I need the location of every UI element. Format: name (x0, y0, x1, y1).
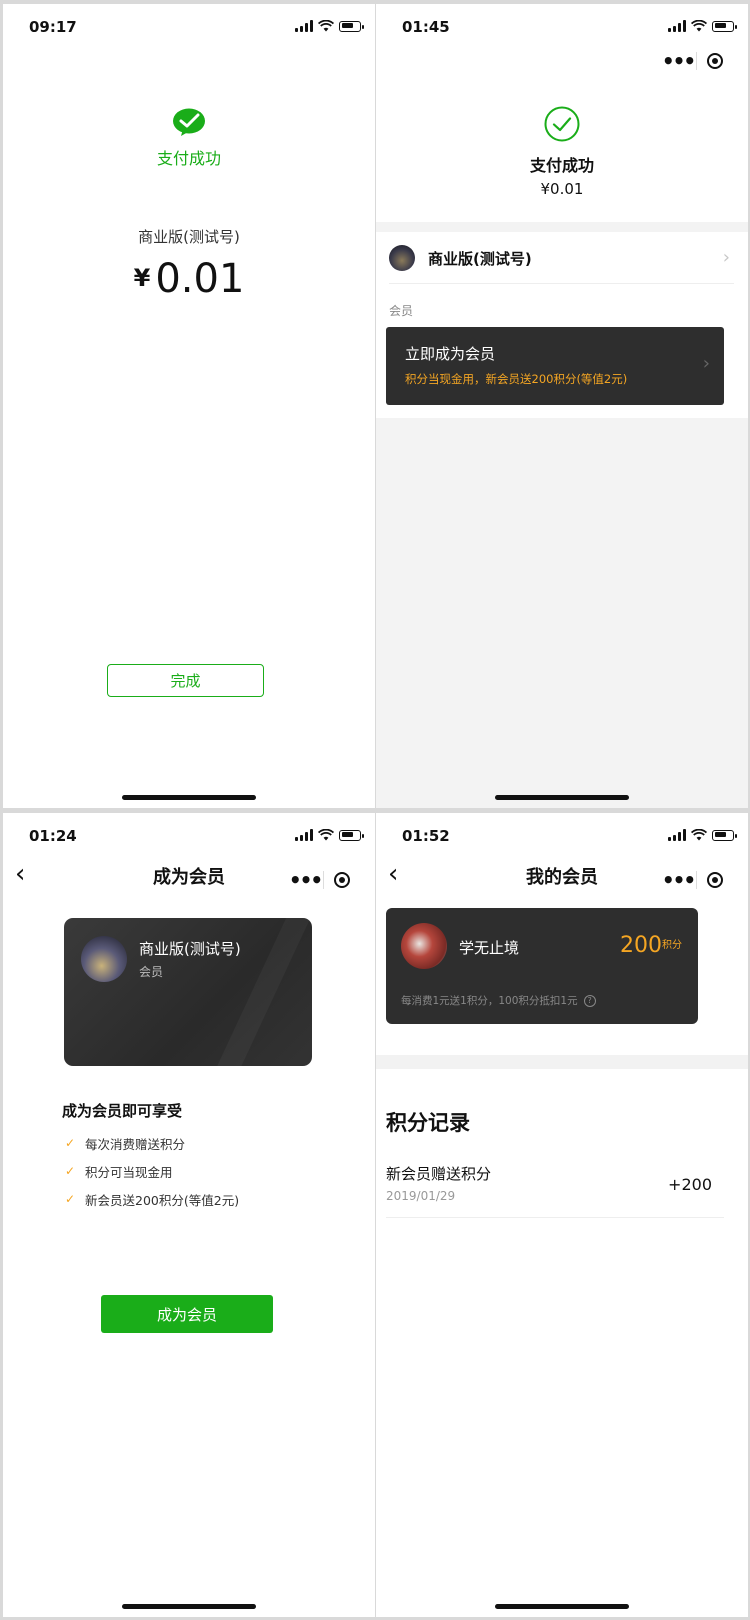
home-indicator (495, 795, 629, 800)
points-value: 200 (620, 933, 662, 958)
list-item: ✓ 积分可当现金用 (65, 1164, 173, 1180)
section-divider (376, 1055, 748, 1069)
become-member-screen: 01:24 ‹ 成为会员 ••• 商业版(测试号) 会员 成为会员即可享受 ✓ … (3, 813, 375, 1617)
signal-icon (295, 20, 313, 32)
payment-result-member-screen: 01:45 ••• 支付成功 ¥0.01 商业版(测试号) › 会员 立即成为会… (376, 4, 748, 808)
home-indicator (495, 1604, 629, 1609)
status-bar: 09:17 (3, 16, 375, 38)
become-member-card[interactable]: 立即成为会员 积分当现金用，新会员送200积分(等值2元) › (386, 327, 724, 405)
miniprogram-capsule: ••• (287, 865, 361, 895)
more-icon[interactable]: ••• (660, 46, 696, 76)
payment-status-text: 支付成功 (529, 156, 594, 175)
user-avatar (401, 923, 447, 969)
miniprogram-capsule: ••• (660, 865, 734, 895)
record-date: 2019/01/29 (386, 1189, 456, 1203)
status-bar: 01:45 (376, 16, 748, 38)
battery-icon (339, 829, 364, 841)
signal-icon (295, 829, 313, 841)
join-member-button[interactable]: 成为会员 (101, 1295, 273, 1333)
benefits-list: ✓ 每次消费赠送积分 ✓ 积分可当现金用 ✓ 新会员送200积分(等值2元) (65, 1129, 239, 1213)
points-balance: 200积分 (620, 933, 682, 958)
payment-amount: ¥0.01 (540, 180, 584, 198)
merchant-name: 商业版(测试号) (138, 228, 240, 246)
member-card-preview: 商业版(测试号) 会员 (64, 918, 312, 1066)
record-label: 新会员赠送积分 (386, 1165, 492, 1183)
merchant-row[interactable]: 商业版(测试号) › (389, 243, 734, 284)
merchant-avatar (389, 245, 415, 271)
status-time: 01:52 (402, 827, 450, 845)
check-icon: ✓ (65, 1136, 76, 1150)
merchant-panel: 商业版(测试号) › 会员 立即成为会员 积分当现金用，新会员送200积分(等值… (376, 232, 748, 418)
check-icon: ✓ (65, 1192, 76, 1206)
miniprogram-capsule: ••• (660, 46, 734, 76)
help-icon[interactable]: ? (583, 994, 596, 1007)
payment-success-screen: 09:17 支付成功 商业版(测试号) ¥ 0.01 完成 (3, 4, 375, 808)
merchant-name: 商业版(测试号) (428, 250, 532, 268)
member-card-subtitle: 积分当现金用，新会员送200积分(等值2元) (405, 372, 628, 386)
benefits-title: 成为会员即可享受 (62, 1102, 183, 1120)
battery-icon (712, 829, 737, 841)
table-row: 新会员赠送积分 2019/01/29 +200 (386, 1159, 724, 1218)
card-merchant-name: 商业版(测试号) (139, 940, 241, 958)
status-time: 09:17 (29, 18, 77, 36)
chevron-right-icon: › (722, 247, 730, 268)
list-item: ✓ 每次消费赠送积分 (65, 1136, 186, 1152)
battery-icon (712, 20, 737, 32)
more-icon[interactable]: ••• (287, 865, 323, 895)
section-label: 会员 (389, 304, 414, 318)
signal-icon (668, 829, 686, 841)
records-title: 积分记录 (386, 1111, 470, 1135)
check-icon: ✓ (65, 1164, 76, 1178)
wechat-pay-icon (173, 108, 205, 136)
points-unit: 积分 (662, 940, 682, 951)
status-time: 01:45 (402, 18, 450, 36)
wifi-icon (691, 20, 707, 32)
list-item: ✓ 新会员送200积分(等值2元) (65, 1192, 240, 1208)
wifi-icon (318, 20, 334, 32)
payment-status-text: 支付成功 (156, 149, 221, 168)
membership-card[interactable]: 学无止境 200积分 每消费1元送1积分，100积分抵扣1元 ? (386, 908, 698, 1024)
merchant-avatar (81, 936, 127, 982)
my-membership-screen: 01:52 ‹ 我的会员 ••• 学无止境 200积分 每消费1元送1积分，10… (376, 813, 748, 1617)
wifi-icon (691, 829, 707, 841)
user-name: 学无止境 (459, 939, 520, 957)
status-bar: 01:52 (376, 825, 748, 847)
home-indicator (122, 795, 256, 800)
home-indicator (122, 1604, 256, 1609)
currency-symbol: ¥ (133, 264, 151, 292)
card-member-label: 会员 (139, 965, 164, 979)
close-target-icon[interactable] (697, 872, 733, 888)
points-rule: 每消费1元送1积分，100积分抵扣1元 ? (401, 993, 596, 1008)
payment-amount: ¥ 0.01 (3, 256, 375, 302)
battery-icon (339, 20, 364, 32)
status-time: 01:24 (29, 827, 77, 845)
check-circle-icon (544, 106, 580, 142)
record-value: +200 (668, 1175, 712, 1194)
more-icon[interactable]: ••• (660, 865, 696, 895)
done-button[interactable]: 完成 (107, 664, 264, 697)
status-bar: 01:24 (3, 825, 375, 847)
signal-icon (668, 20, 686, 32)
amount-value: 0.01 (155, 256, 245, 302)
member-card-title: 立即成为会员 (405, 345, 496, 363)
close-target-icon[interactable] (697, 53, 733, 69)
close-target-icon[interactable] (324, 872, 360, 888)
wifi-icon (318, 829, 334, 841)
chevron-right-icon: › (702, 353, 710, 374)
